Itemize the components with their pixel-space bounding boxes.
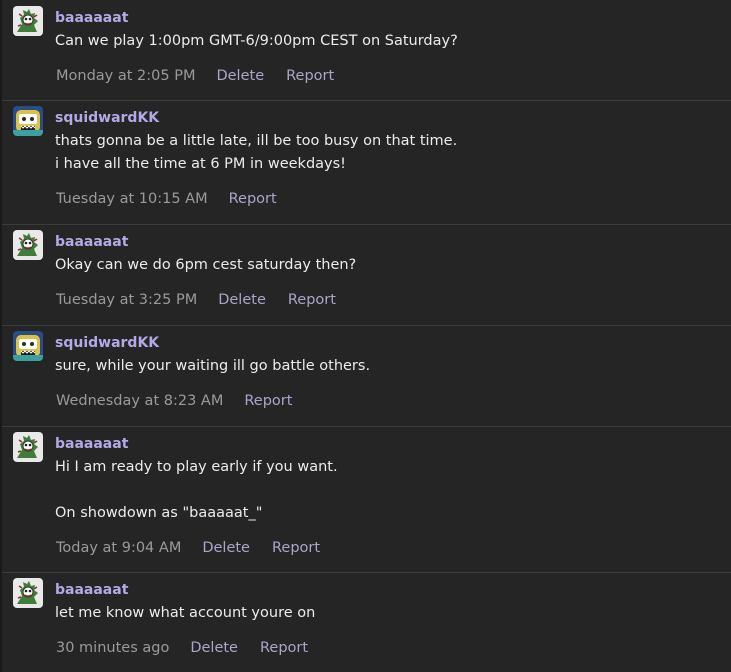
message-meta: Tuesday at 3:25 PM Delete Report xyxy=(56,292,336,308)
delete-link[interactable]: Delete xyxy=(202,540,250,556)
message-item: baaaaaat Can we play 1:00pm GMT-6/9:00pm … xyxy=(2,0,731,100)
message-item: baaaaaat let me know what account youre o… xyxy=(2,572,731,672)
message-text: let me know what account youre on xyxy=(55,605,316,621)
message-text: sure, while your waiting ill go battle o… xyxy=(55,358,371,374)
baaaaaat-avatar[interactable] xyxy=(13,230,43,260)
message-text: Okay can we do 6pm cest saturday then? xyxy=(55,257,357,273)
message-item: baaaaaat Okay can we do 6pm cest saturday… xyxy=(2,224,731,325)
message-item: squidwardKK sure, while your waiting ill … xyxy=(2,325,731,426)
squidwardKK-avatar[interactable] xyxy=(13,106,43,136)
username[interactable]: baaaaaat xyxy=(55,436,128,452)
baaaaaat-avatar[interactable] xyxy=(13,578,43,608)
timestamp: 30 minutes ago xyxy=(56,640,170,656)
timestamp: Today at 9:04 AM xyxy=(56,540,182,556)
message-item: baaaaaat Hi I am ready to play early if y… xyxy=(2,426,731,572)
message-text: Can we play 1:00pm GMT-6/9:00pm CEST on … xyxy=(55,33,458,49)
message-item: squidwardKK thats gonna be a little late,… xyxy=(2,100,731,224)
report-link[interactable]: Report xyxy=(260,640,308,656)
baaaaaat-avatar[interactable] xyxy=(13,6,43,36)
message-text: i have all the time at 6 PM in weekdays! xyxy=(55,156,346,172)
report-link[interactable]: Report xyxy=(286,68,334,84)
message-meta: Tuesday at 10:15 AM Report xyxy=(56,191,277,207)
delete-link[interactable]: Delete xyxy=(218,292,266,308)
report-link[interactable]: Report xyxy=(272,540,320,556)
report-link[interactable]: Report xyxy=(244,393,292,409)
delete-link[interactable]: Delete xyxy=(190,640,238,656)
username[interactable]: squidwardKK xyxy=(55,335,159,351)
message-meta: Monday at 2:05 PM Delete Report xyxy=(56,68,334,84)
message-meta: 30 minutes ago Delete Report xyxy=(56,640,308,656)
report-link[interactable]: Report xyxy=(229,191,277,207)
username[interactable]: baaaaaat xyxy=(55,582,128,598)
message-text: Hi I am ready to play early if you want. xyxy=(55,459,338,475)
report-link[interactable]: Report xyxy=(288,292,336,308)
message-text: thats gonna be a little late, ill be too… xyxy=(55,133,458,149)
username[interactable]: baaaaaat xyxy=(55,234,128,250)
timestamp: Wednesday at 8:23 AM xyxy=(56,393,224,409)
baaaaaat-avatar[interactable] xyxy=(13,432,43,462)
squidwardKK-avatar[interactable] xyxy=(13,331,43,361)
timestamp: Tuesday at 3:25 PM xyxy=(56,292,198,308)
username[interactable]: baaaaaat xyxy=(55,10,128,26)
username[interactable]: squidwardKK xyxy=(55,110,159,126)
timestamp: Monday at 2:05 PM xyxy=(56,68,196,84)
message-text: On showdown as "baaaaat_" xyxy=(55,505,263,521)
message-thread: baaaaaat Can we play 1:00pm GMT-6/9:00pm … xyxy=(0,0,731,672)
message-meta: Today at 9:04 AM Delete Report xyxy=(56,540,320,556)
delete-link[interactable]: Delete xyxy=(216,68,264,84)
message-meta: Wednesday at 8:23 AM Report xyxy=(56,393,292,409)
timestamp: Tuesday at 10:15 AM xyxy=(56,191,208,207)
